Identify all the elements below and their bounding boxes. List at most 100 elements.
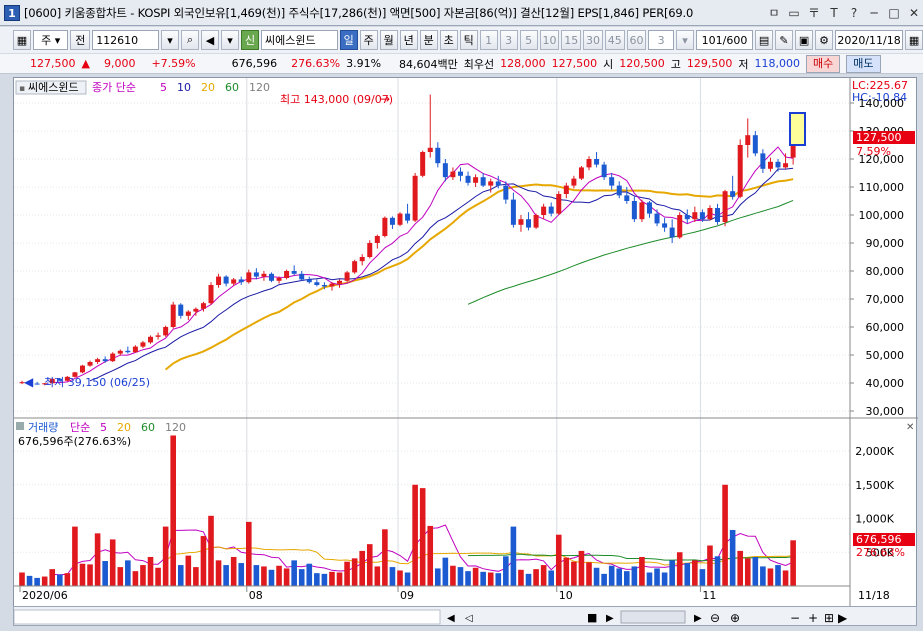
period-year[interactable]: 년 xyxy=(399,30,418,50)
forward-icon[interactable]: ▶ xyxy=(606,613,614,624)
candle-body xyxy=(624,195,630,201)
restore-icon[interactable]: ㅁ xyxy=(765,4,783,22)
volume-bar xyxy=(109,539,116,586)
draw-icon[interactable]: ✎ xyxy=(775,30,794,50)
pin-icon[interactable]: 〒 xyxy=(805,4,823,22)
maximize-icon[interactable]: □ xyxy=(885,4,903,22)
dropdown-icon[interactable]: ▾ xyxy=(161,30,180,50)
type-select[interactable]: 주 ▾ xyxy=(33,30,69,50)
volume-bar xyxy=(714,556,721,586)
up-arrow-icon: ▲ xyxy=(81,57,90,70)
chart-area[interactable]: 씨에스윈드 ▪ 종가 단순 5 10 20 60 120 LC:225.67 HC:-1… xyxy=(13,77,918,608)
volume-bar xyxy=(616,568,623,586)
volume-bar xyxy=(49,569,56,586)
period-day[interactable]: 일 xyxy=(339,30,358,50)
tick-5[interactable]: 5 xyxy=(519,30,538,50)
candle-body xyxy=(639,202,645,220)
data-icon[interactable]: ▤ xyxy=(755,30,774,50)
volume-bar xyxy=(767,568,774,586)
count-input[interactable]: 101/600 xyxy=(696,30,754,50)
trade-amount: 84,604백만 xyxy=(399,57,458,71)
tick-30[interactable]: 30 xyxy=(583,30,603,50)
period-tick[interactable]: 틱 xyxy=(459,30,478,50)
tick-10[interactable]: 10 xyxy=(539,30,560,50)
stop-icon[interactable]: ■ xyxy=(587,611,597,624)
fit-icon[interactable]: ⊞ xyxy=(824,611,834,625)
interval-dropdown-icon[interactable]: ▾ xyxy=(676,30,694,50)
volume-bar xyxy=(336,572,343,586)
volume-bar xyxy=(215,560,222,586)
scroll-back-icon[interactable]: ◁ xyxy=(465,613,473,624)
candle-body xyxy=(450,171,456,178)
candle-body xyxy=(760,153,766,169)
candles xyxy=(19,94,796,386)
scroll-track[interactable] xyxy=(13,609,441,625)
candle-body xyxy=(699,212,705,220)
tick-3[interactable]: 3 xyxy=(499,30,518,50)
period-month[interactable]: 월 xyxy=(379,30,398,50)
minus-icon[interactable]: − xyxy=(790,611,800,625)
scroll-left-icon[interactable]: ◀ xyxy=(447,613,455,624)
date-input[interactable]: 2020/11/18 xyxy=(835,30,904,50)
period-week[interactable]: 주 xyxy=(359,30,378,50)
close-icon[interactable]: ✕ xyxy=(905,4,923,22)
zoom-out-icon[interactable]: ⊖ xyxy=(710,611,720,625)
candle-body xyxy=(457,171,463,176)
current-price: 127,500 xyxy=(30,57,76,70)
prev-button[interactable]: 전 xyxy=(70,30,91,50)
candle-body xyxy=(314,282,320,285)
volume-bar xyxy=(291,560,297,586)
interval-input[interactable]: 3 xyxy=(648,30,674,50)
candle-body xyxy=(268,273,274,281)
tick-45[interactable]: 45 xyxy=(604,30,625,50)
tick-15[interactable]: 15 xyxy=(561,30,582,50)
speaker-icon[interactable]: ◀ xyxy=(201,30,220,50)
candle-body xyxy=(737,145,743,197)
volume-tick-label: 2,000K xyxy=(855,445,894,458)
zoom-in-icon[interactable]: ⊕ xyxy=(730,611,740,625)
pending-candle-box xyxy=(789,112,806,146)
volume-legend-item: 60 xyxy=(141,421,155,434)
open-label: 시 xyxy=(603,57,614,71)
candle-body xyxy=(291,271,297,274)
tick-60[interactable]: 60 xyxy=(626,30,647,50)
plus-icon[interactable]: + xyxy=(808,611,818,625)
candle-body xyxy=(669,227,675,238)
volume-bar xyxy=(548,570,554,586)
minimize-icon[interactable]: ─ xyxy=(865,4,883,22)
chart-svg[interactable]: 씨에스윈드 ▪ 종가 단순 5 10 20 60 120 LC:225.67 HC:-1… xyxy=(14,78,918,608)
volume-bar xyxy=(465,571,471,586)
candle-body xyxy=(95,359,101,362)
calendar-icon[interactable]: ▦ xyxy=(905,30,923,50)
price-tick-label: 50,000 xyxy=(866,349,905,362)
volume-tick-label: 1,000K xyxy=(855,513,894,526)
volume-bar xyxy=(359,550,365,586)
buy-button[interactable]: 매수 xyxy=(806,54,841,73)
code-input[interactable]: 112610 xyxy=(92,30,160,50)
period-minute[interactable]: 분 xyxy=(419,30,438,50)
settings-icon[interactable]: ⚙ xyxy=(815,30,834,50)
volume-bar xyxy=(782,570,789,586)
search-icon[interactable]: ⌕ xyxy=(181,30,200,50)
sell-button[interactable]: 매도 xyxy=(846,54,881,73)
candle-body xyxy=(495,181,501,186)
price-tick-label: 110,000 xyxy=(859,181,905,194)
volume-bar xyxy=(707,545,713,586)
grid-icon[interactable]: ▦ xyxy=(13,30,31,50)
panel-close-icon[interactable]: ✕ xyxy=(906,422,914,433)
x-tick-label: 2020/06 xyxy=(22,589,68,602)
volume-bar xyxy=(419,488,426,586)
zoom-slider[interactable] xyxy=(620,610,686,624)
next-page-icon[interactable]: ▶ xyxy=(838,611,848,625)
x-axis-labels: 2020/06 08 09 10 11 xyxy=(19,586,716,602)
window-icon[interactable]: ▭ xyxy=(785,4,803,22)
period-second[interactable]: 초 xyxy=(439,30,458,50)
tick-1[interactable]: 1 xyxy=(479,30,498,50)
help-icon[interactable]: ? xyxy=(845,4,863,22)
save-icon[interactable]: ▣ xyxy=(795,30,814,50)
dropdown2-icon[interactable]: ▾ xyxy=(221,30,240,50)
font-icon[interactable]: T xyxy=(825,4,843,22)
scroll-bar[interactable]: ◀ ◁ ■ ▶ ▶ ⊖ ⊕ − + ⊞ ▶ xyxy=(13,606,917,626)
scroll-right-icon[interactable]: ▶ xyxy=(694,613,702,624)
candle-body xyxy=(87,362,93,366)
